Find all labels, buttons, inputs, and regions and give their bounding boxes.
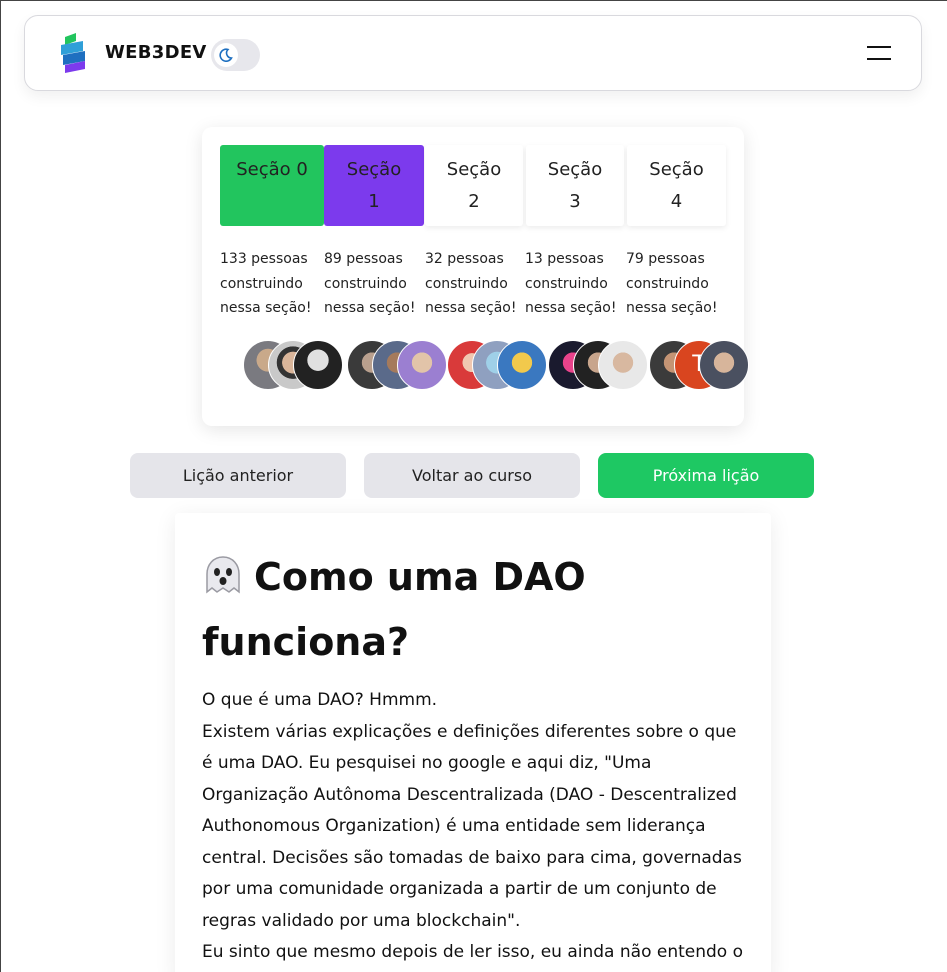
top-header: WEB3DEV	[24, 15, 922, 91]
ghost-icon	[202, 551, 244, 594]
section-1-avatars	[347, 340, 449, 392]
section-tab-number: 4	[670, 191, 683, 212]
lesson-title-line2: funciona?	[202, 620, 410, 664]
section-0-avatars	[243, 340, 345, 392]
theme-toggle[interactable]	[211, 39, 260, 71]
section-tab-1[interactable]: Seção 1	[324, 145, 424, 226]
paragraph: Eu sinto que mesmo depois de ler isso, e…	[202, 942, 744, 962]
paragraph: O que é uma DAO? Hmmm.	[202, 690, 438, 710]
section-tab-2[interactable]: Seção 2	[425, 145, 523, 226]
section-0-count: 133 pessoas construindo nessa seção!	[220, 251, 312, 316]
user-avatar[interactable]	[699, 340, 749, 390]
section-tab-label: Seção	[547, 159, 603, 180]
lesson-title: Como uma DAO funciona?	[202, 545, 722, 675]
user-avatar[interactable]	[397, 340, 447, 390]
web3dev-logo-icon[interactable]	[59, 33, 89, 75]
back-to-course-button[interactable]: Voltar ao curso	[364, 453, 580, 498]
section-4-count: 79 pessoas construindo nessa seção!	[626, 251, 718, 316]
section-3-count: 13 pessoas construindo nessa seção!	[525, 251, 617, 316]
next-lesson-button[interactable]: Próxima lição	[598, 453, 814, 498]
lesson-title-line1: Como uma DAO	[254, 555, 586, 599]
paragraph: Existem várias explicações e definições …	[202, 721, 742, 931]
previous-lesson-button[interactable]: Lição anterior	[130, 453, 346, 498]
user-avatar[interactable]	[497, 340, 547, 390]
user-avatar[interactable]	[598, 340, 648, 390]
section-tab-number: 1	[368, 191, 380, 212]
section-2-avatars	[447, 340, 549, 392]
brand-name[interactable]: WEB3DEV	[105, 42, 207, 63]
section-tab-label: Seção 0	[236, 159, 308, 180]
lesson-body: O que é uma DAO? Hmmm. Existem várias ex…	[202, 685, 747, 969]
section-tab-3[interactable]: Seção 3	[526, 145, 624, 226]
section-tab-number: 3	[569, 191, 581, 212]
sections-progress-card: Seção 0 Seção 1 Seção 2 Seção 3 Seção 4 …	[202, 127, 749, 426]
section-tab-label: Seção	[649, 159, 704, 180]
hamburger-menu-icon[interactable]	[867, 44, 891, 62]
section-4-avatars: T	[649, 340, 751, 392]
section-1-count: 89 pessoas construindo nessa seção!	[324, 251, 416, 316]
section-2-count: 32 pessoas construindo nessa seção!	[425, 251, 517, 316]
lesson-content: Como uma DAO funciona? O que é uma DAO? …	[175, 513, 771, 972]
section-tab-4[interactable]: Seção 4	[627, 145, 726, 226]
section-tab-label: Seção	[346, 159, 402, 180]
user-avatar[interactable]	[293, 340, 343, 390]
section-tab-number: 2	[468, 191, 480, 212]
moon-icon	[214, 43, 238, 67]
section-3-avatars	[548, 340, 650, 392]
section-tab-label: Seção	[446, 159, 502, 180]
section-tab-0[interactable]: Seção 0	[220, 145, 324, 226]
